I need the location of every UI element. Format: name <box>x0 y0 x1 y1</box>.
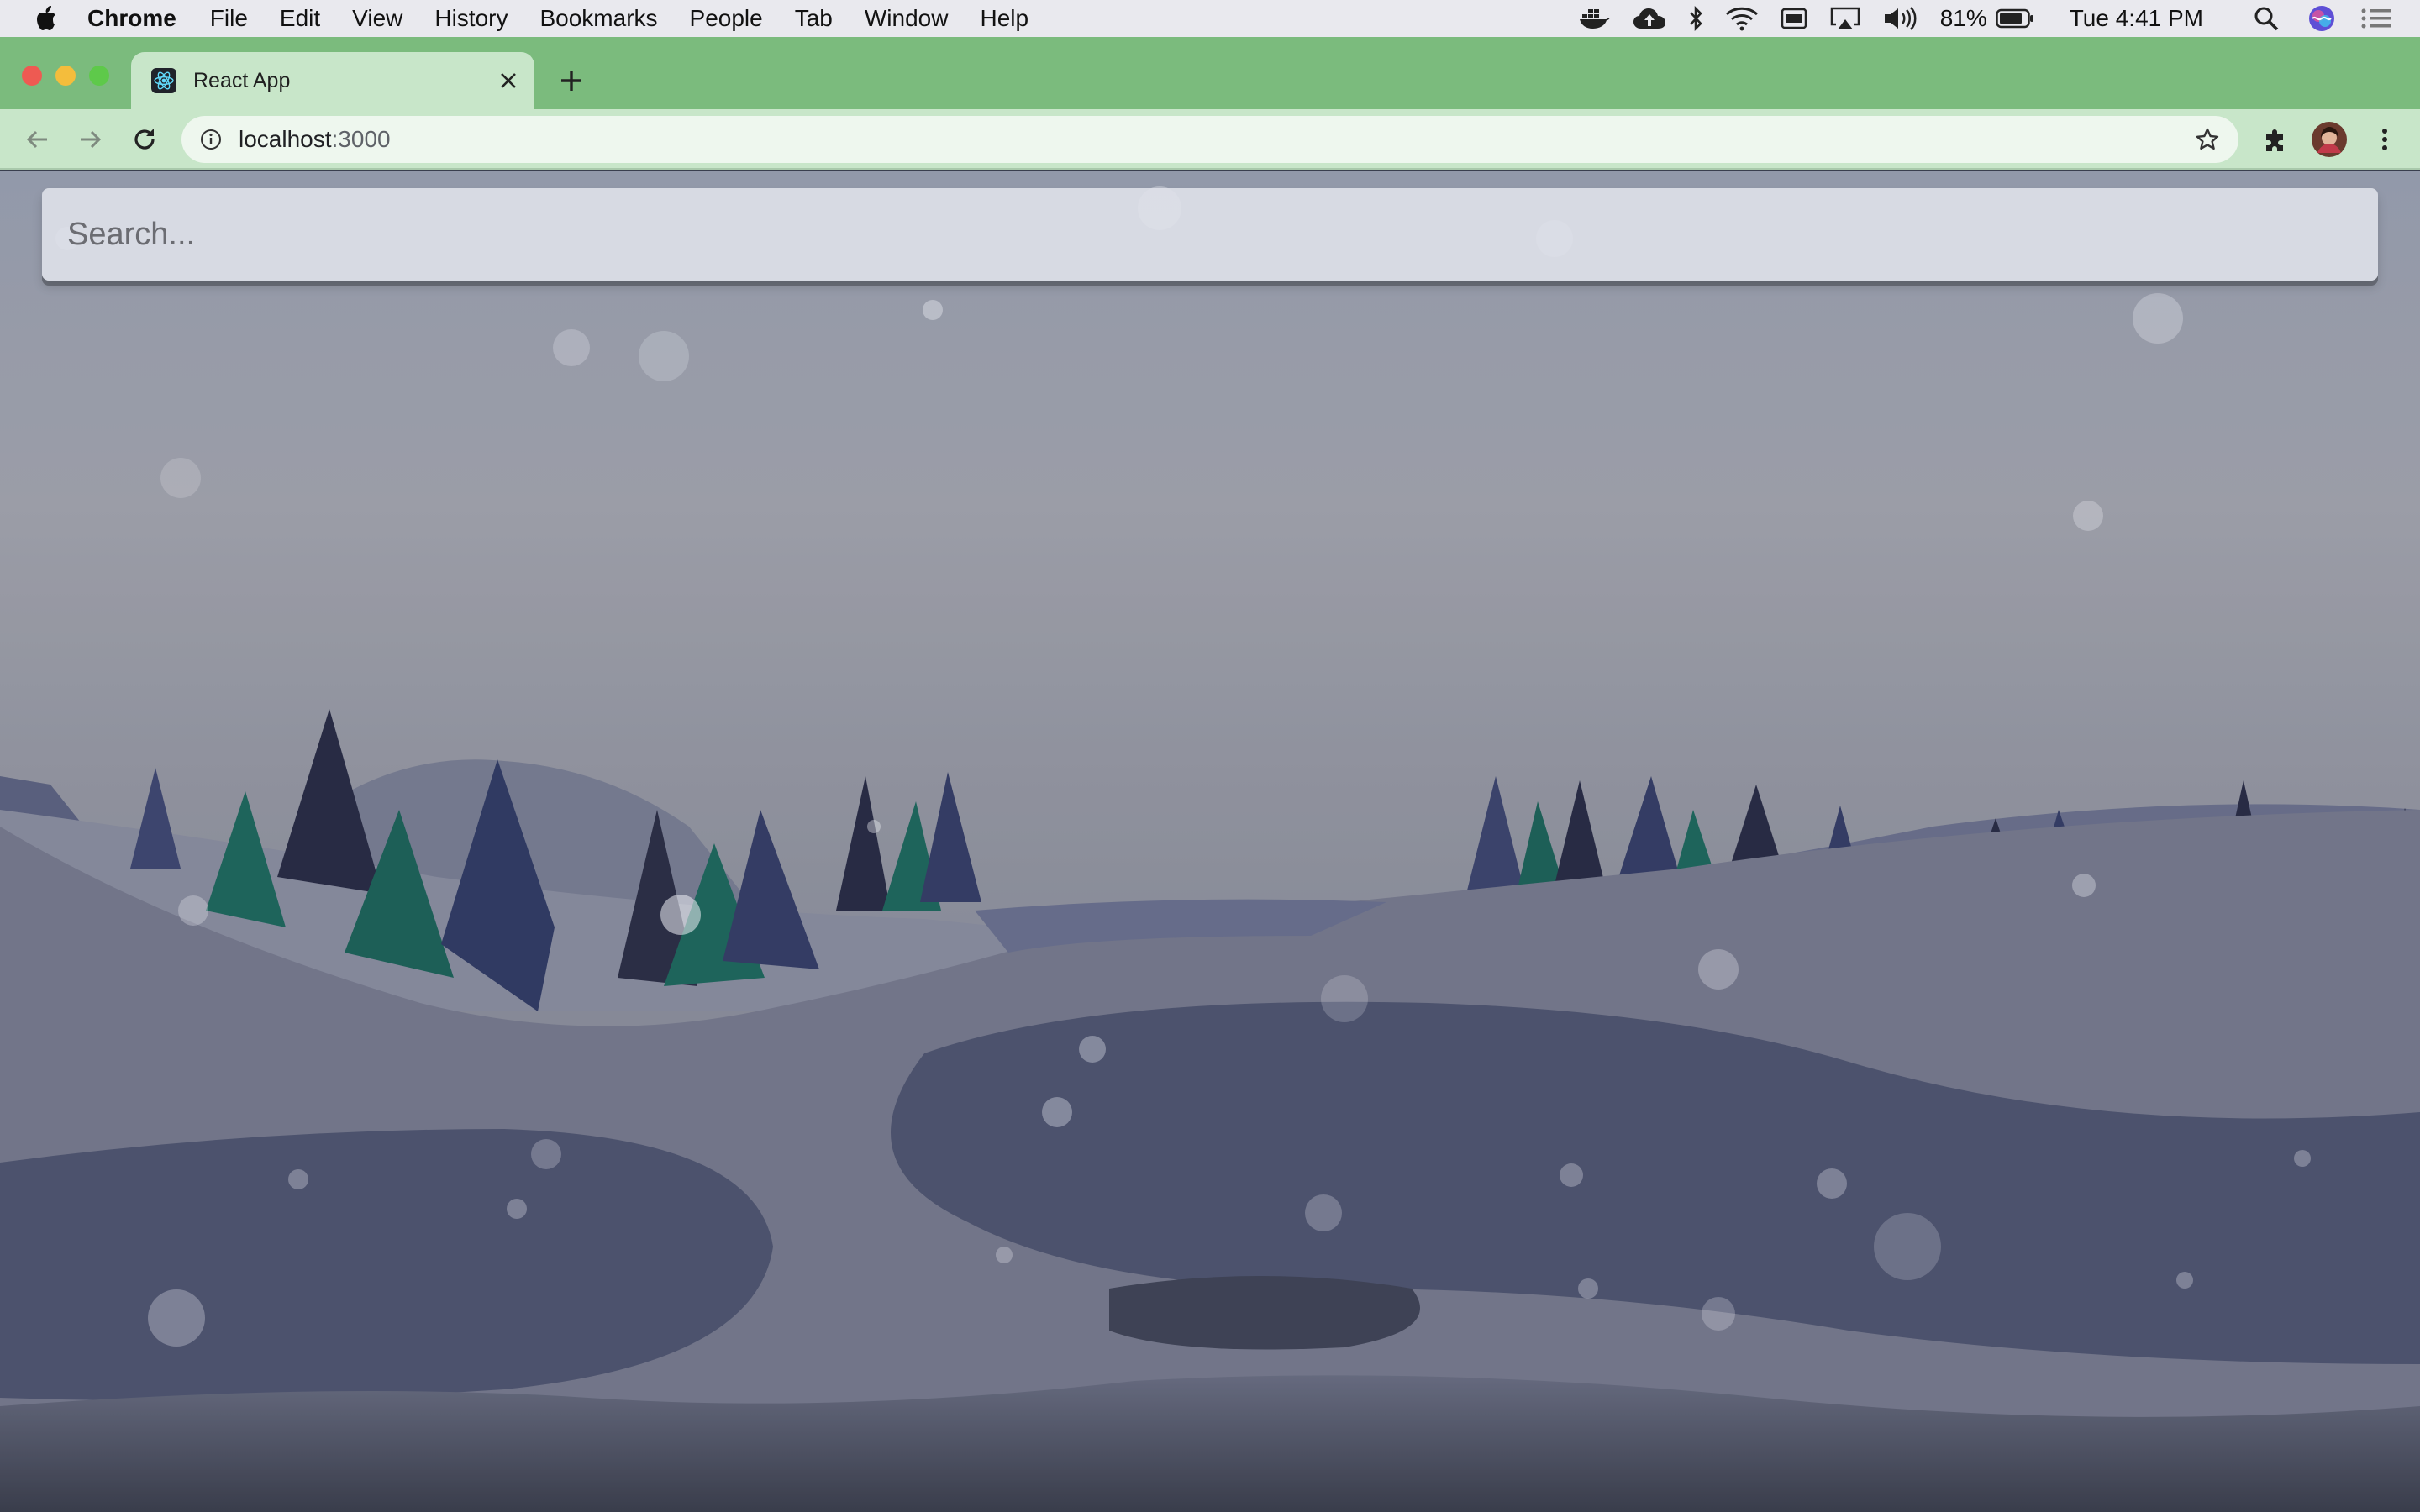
reload-button[interactable] <box>129 124 160 155</box>
menu-history[interactable]: History <box>434 5 508 32</box>
volume-icon[interactable] <box>1883 6 1918 31</box>
battery-icon[interactable] <box>1995 8 2034 29</box>
menu-file[interactable]: File <box>210 5 248 32</box>
menu-view[interactable]: View <box>352 5 402 32</box>
spotlight-icon[interactable] <box>2254 6 2279 31</box>
puzzle-piece-icon <box>2266 129 2283 151</box>
search-bar <box>42 188 2378 281</box>
url-port: :3000 <box>331 126 391 152</box>
airplay-icon[interactable] <box>1829 6 1861 31</box>
site-info-icon[interactable] <box>200 129 222 150</box>
docker-icon[interactable] <box>1579 6 1611 31</box>
battery-percent: 81% <box>1939 5 1987 31</box>
avatar-icon <box>2312 122 2347 157</box>
reload-icon <box>134 129 155 150</box>
keyboard-icon[interactable] <box>1781 7 1807 30</box>
tab-title: React App <box>193 68 291 92</box>
window-close-button[interactable] <box>22 66 42 86</box>
react-logo-icon <box>151 68 176 93</box>
tab-close-icon[interactable] <box>494 66 523 95</box>
back-button[interactable] <box>22 124 52 155</box>
forward-button[interactable] <box>76 124 106 155</box>
chrome-menu-button[interactable] <box>2370 124 2400 155</box>
menu-help[interactable]: Help <box>980 5 1028 32</box>
cloud-upload-icon[interactable] <box>1633 7 1666 30</box>
menu-bookmarks[interactable]: Bookmarks <box>539 5 657 32</box>
notification-center-icon[interactable] <box>2361 7 2391 30</box>
search-input[interactable] <box>42 188 2378 281</box>
menu-bar: Chrome File Edit View History Bookmarks … <box>0 0 2420 37</box>
wifi-icon[interactable] <box>1725 6 1759 31</box>
more-vertical-icon <box>2382 129 2387 150</box>
back-arrow-icon <box>26 130 47 149</box>
menu-app-chrome[interactable]: Chrome <box>87 5 176 32</box>
menu-window[interactable]: Window <box>865 5 949 32</box>
menu-edit[interactable]: Edit <box>280 5 320 32</box>
profile-avatar[interactable] <box>2311 121 2348 158</box>
extensions-button[interactable] <box>2260 124 2291 155</box>
clock[interactable]: Tue 4:41 PM <box>2070 5 2203 32</box>
forward-arrow-icon <box>81 130 102 149</box>
window-maximize-button[interactable] <box>89 66 109 86</box>
new-tab-button[interactable] <box>555 64 588 97</box>
bookmark-star-icon[interactable] <box>2193 125 2222 154</box>
winter-landscape-background <box>0 171 2420 1512</box>
window-minimize-button[interactable] <box>55 66 76 86</box>
address-bar[interactable]: localhost:3000 <box>182 116 2238 163</box>
bluetooth-icon[interactable] <box>1688 6 1703 31</box>
status-area: 81% Tue 4:41 PM <box>1579 0 2420 37</box>
menu-people[interactable]: People <box>690 5 763 32</box>
menu-tab[interactable]: Tab <box>795 5 833 32</box>
address-url[interactable]: localhost:3000 <box>239 126 2193 153</box>
siri-icon[interactable] <box>2307 4 2336 33</box>
page-viewport <box>0 171 2420 1512</box>
tab-react-app[interactable]: React App <box>131 52 534 109</box>
apple-logo-icon[interactable] <box>34 4 59 33</box>
plus-icon <box>561 71 581 91</box>
url-host: localhost <box>239 126 332 152</box>
